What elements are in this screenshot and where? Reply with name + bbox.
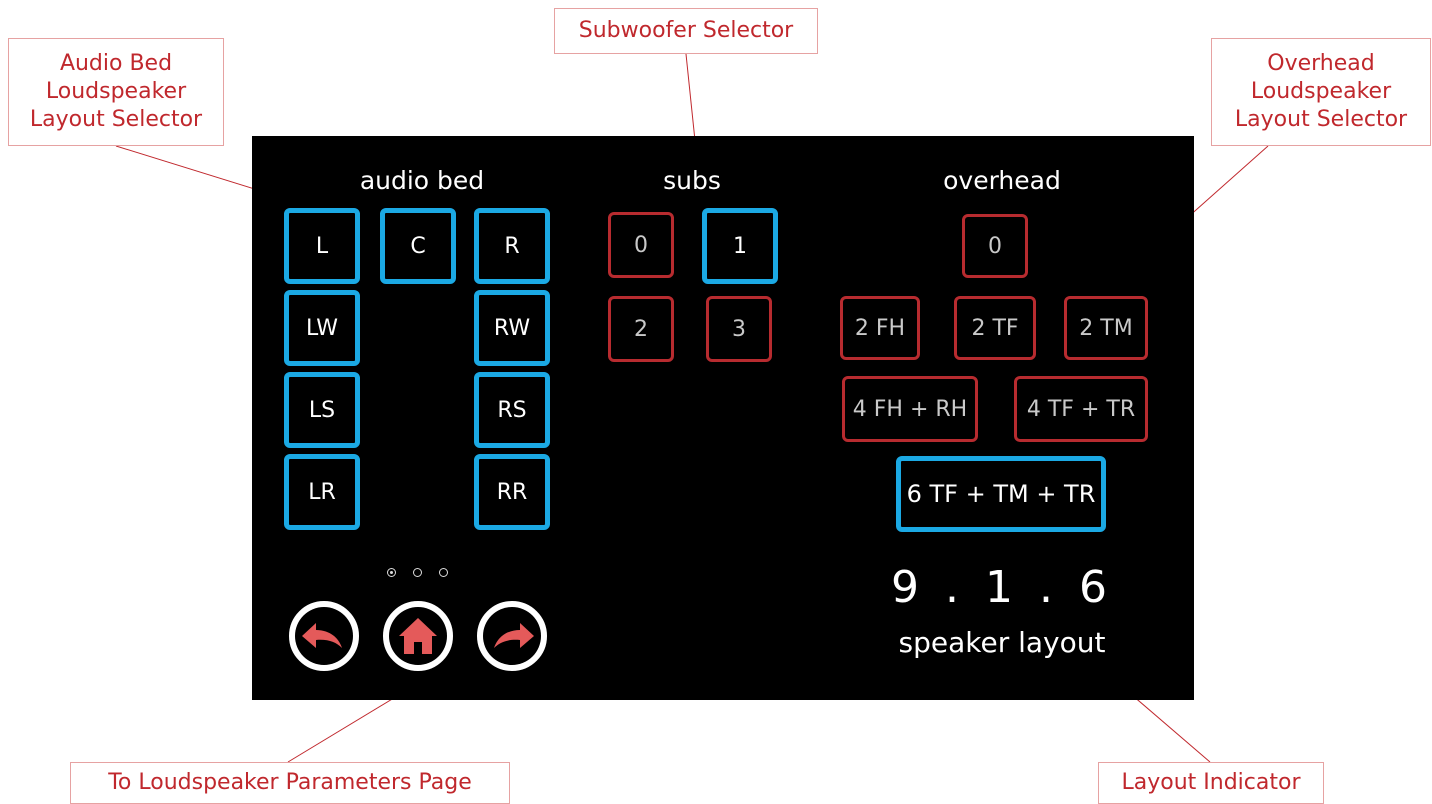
callout-audio-bed-selector: Audio Bed Loudspeaker Layout Selector	[8, 38, 224, 146]
callout-parameters-page: To Loudspeaker Parameters Page	[70, 762, 510, 804]
speaker-l-button[interactable]: L	[284, 208, 360, 284]
subs-heading: subs	[663, 166, 721, 195]
subs-1-button[interactable]: 1	[702, 208, 778, 284]
overhead-2tf-button[interactable]: 2 TF	[954, 296, 1036, 360]
layout-indicator-label: speaker layout	[898, 626, 1106, 659]
page-indicator-dot-3[interactable]	[439, 568, 448, 577]
subs-3-button[interactable]: 3	[706, 296, 772, 362]
back-button[interactable]	[286, 598, 362, 674]
forward-button[interactable]	[474, 598, 550, 674]
speaker-lr-button[interactable]: LR	[284, 454, 360, 530]
speaker-lw-button[interactable]: LW	[284, 290, 360, 366]
speaker-rr-button[interactable]: RR	[474, 454, 550, 530]
subs-0-button[interactable]: 0	[608, 212, 674, 278]
speaker-ls-button[interactable]: LS	[284, 372, 360, 448]
overhead-2tm-button[interactable]: 2 TM	[1064, 296, 1148, 360]
page-indicator-dot-1[interactable]	[387, 568, 396, 577]
speaker-layout-screen: audio bed subs overhead L C R LW RW LS R…	[252, 136, 1194, 700]
overhead-heading: overhead	[943, 166, 1061, 195]
speaker-rw-button[interactable]: RW	[474, 290, 550, 366]
callout-layout-indicator: Layout Indicator	[1098, 762, 1324, 804]
overhead-0-button[interactable]: 0	[962, 214, 1028, 278]
callout-subwoofer-selector: Subwoofer Selector	[554, 8, 818, 54]
speaker-rs-button[interactable]: RS	[474, 372, 550, 448]
speaker-c-button[interactable]: C	[380, 208, 456, 284]
layout-indicator-value: 9 . 1 . 6	[891, 562, 1113, 613]
speaker-r-button[interactable]: R	[474, 208, 550, 284]
subs-2-button[interactable]: 2	[608, 296, 674, 362]
overhead-6tf-tm-tr-button[interactable]: 6 TF + TM + TR	[896, 456, 1106, 532]
overhead-4fh-rh-button[interactable]: 4 FH + RH	[842, 376, 978, 442]
callout-overhead-selector: Overhead Loudspeaker Layout Selector	[1211, 38, 1431, 146]
page-indicator-dot-2[interactable]	[413, 568, 422, 577]
overhead-2fh-button[interactable]: 2 FH	[840, 296, 920, 360]
overhead-4tf-tr-button[interactable]: 4 TF + TR	[1014, 376, 1148, 442]
home-button[interactable]	[380, 598, 456, 674]
audio-bed-heading: audio bed	[359, 166, 485, 195]
